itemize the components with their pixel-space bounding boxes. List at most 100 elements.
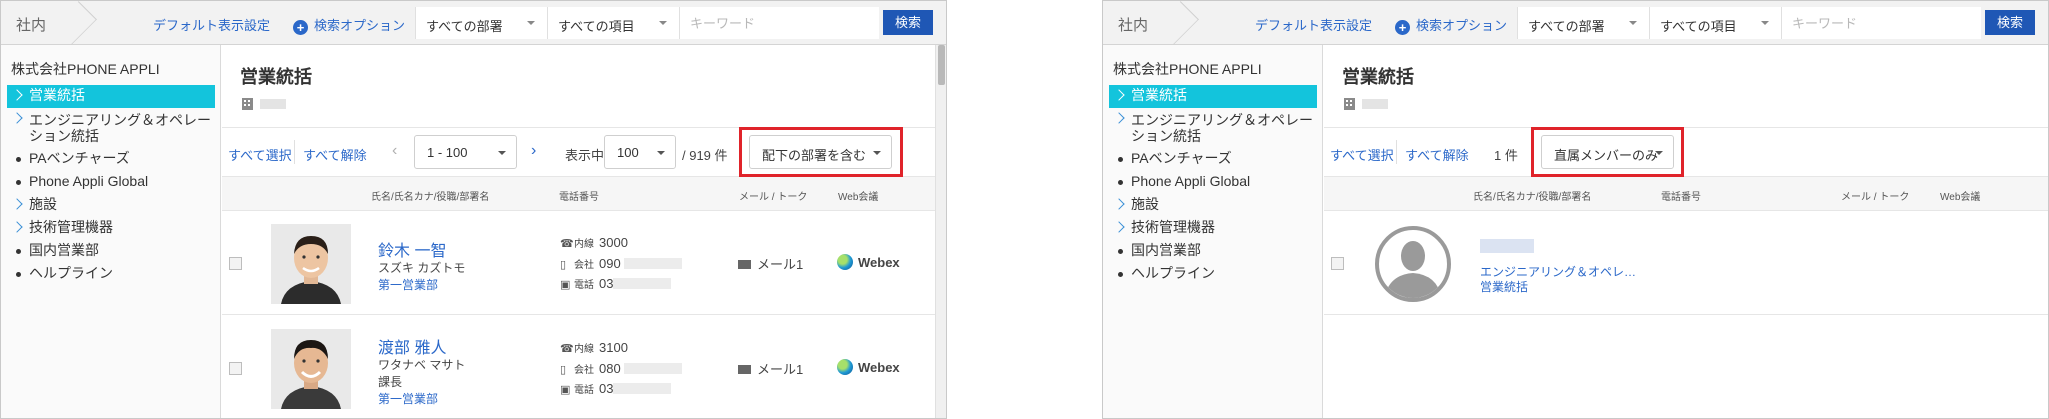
office-phone-number: 03: [599, 276, 614, 291]
deselect-all-link[interactable]: すべて解除: [303, 145, 367, 164]
divider: [294, 140, 295, 164]
prev-page-icon[interactable]: ‹: [392, 142, 397, 160]
person-name-link[interactable]: 鈴木 一智: [378, 237, 446, 261]
table-row[interactable]: 渡部 雅人 ワタナベ マサト 課長 第一営業部 ☎内線 3100 ▯ 会社 080 ▣…: [222, 316, 946, 418]
org-name[interactable]: 株式会社PHONE APPLI: [11, 59, 160, 79]
webex-link[interactable]: Webex: [837, 254, 900, 270]
department-select[interactable]: すべての部署: [415, 7, 547, 39]
row-checkbox[interactable]: [1331, 257, 1344, 270]
mail-label: メール1: [757, 257, 804, 272]
sidebar-item-label: PAベンチャーズ: [1131, 150, 1232, 166]
sidebar-item-domestic-sales[interactable]: 国内営業部: [7, 240, 215, 263]
keyword-input[interactable]: [1781, 7, 1981, 39]
org-name[interactable]: 株式会社PHONE APPLI: [1113, 59, 1262, 79]
sidebar-item-label: エンジニアリング＆オペレーション統括: [29, 112, 211, 144]
per-page-select[interactable]: 100: [604, 135, 676, 169]
select-all-link[interactable]: すべて選択: [1330, 145, 1394, 164]
person-photo: [271, 224, 351, 304]
sidebar-item-sales[interactable]: 営業統括: [1109, 85, 1317, 108]
column-mail: メール / トーク: [739, 192, 808, 203]
company-phone-line[interactable]: ▯ 会社 080: [560, 361, 683, 376]
person-photo: [271, 329, 351, 409]
extension-label: 内線: [574, 344, 594, 355]
extension-number: 3000: [599, 235, 628, 250]
sidebar-item-label: 技術管理機器: [29, 219, 113, 235]
person-dept-link[interactable]: 営業統括: [1480, 278, 1528, 295]
office-phone-number: 03: [599, 381, 614, 396]
chevron-down-icon: [657, 151, 665, 155]
scrollbar-thumb[interactable]: [938, 45, 945, 85]
scope-select[interactable]: 直属メンバーのみ: [1541, 135, 1674, 169]
sidebar-item-sales[interactable]: 営業統括: [7, 85, 215, 108]
sidebar-item-global[interactable]: Phone Appli Global: [1109, 171, 1317, 194]
scope-select[interactable]: 配下の部署を含む: [749, 135, 892, 169]
sidebar-item-engineering[interactable]: エンジニアリング＆オペレーション統括: [7, 108, 215, 148]
bullet-icon: [1118, 157, 1123, 162]
deselect-all-link[interactable]: すべて解除: [1405, 145, 1469, 164]
chevron-down-icon: [873, 151, 881, 155]
search-button[interactable]: 検索: [1985, 10, 2036, 35]
sidebar-item-engineering[interactable]: エンジニアリング＆オペレーション統括: [1109, 108, 1317, 148]
office-phone-line[interactable]: ▣ 電話 03: [560, 381, 672, 396]
sidebar-item-global[interactable]: Phone Appli Global: [7, 171, 215, 194]
sidebar-item-pa-ventures[interactable]: PAベンチャーズ: [1109, 148, 1317, 171]
next-page-icon[interactable]: ›: [531, 142, 536, 160]
right-screenshot-panel: 社内 デフォルト表示設定 + 検索オプション すべての部署 すべての項目 検索 株…: [1102, 0, 2049, 419]
extension-line[interactable]: ☎内線 3100: [560, 340, 628, 355]
keyword-input[interactable]: [679, 7, 879, 39]
field-select[interactable]: すべての項目: [547, 7, 679, 39]
vertical-scrollbar[interactable]: [935, 45, 946, 418]
office-phone-line[interactable]: ▣ 電話 03: [560, 276, 672, 291]
sidebar-item-label: エンジニアリング＆オペレーション統括: [1131, 112, 1313, 144]
company-phone-line[interactable]: ▯ 会社 090: [560, 256, 683, 271]
sidebar-item-label: 施設: [29, 196, 57, 212]
webex-label: Webex: [858, 360, 900, 375]
chevron-down-icon: [659, 21, 667, 25]
sidebar-item-helpline[interactable]: ヘルプライン: [1109, 263, 1317, 286]
table-row[interactable]: 鈴木 一智 スズキ カズトモ 第一営業部 ☎内線 3000 ▯ 会社 090 ▣ 電話 0…: [222, 211, 946, 315]
department-select[interactable]: すべての部署: [1517, 7, 1649, 39]
person-dept-link[interactable]: 第一営業部: [378, 276, 438, 293]
sidebar-item-equipment[interactable]: 技術管理機器: [1109, 217, 1317, 240]
chevron-right-icon: [1113, 112, 1125, 124]
sidebar-item-helpline[interactable]: ヘルプライン: [7, 263, 215, 286]
breadcrumb[interactable]: 社内: [1103, 1, 1199, 45]
default-view-link[interactable]: デフォルト表示設定: [153, 15, 270, 34]
sidebar-item-facilities[interactable]: 施設: [1109, 194, 1317, 217]
breadcrumb-label: 社内: [1118, 17, 1149, 34]
select-all-link[interactable]: すべて選択: [228, 145, 292, 164]
office-phone-label: 電話: [574, 385, 594, 396]
redacted-number: [624, 363, 683, 374]
sidebar-item-pa-ventures[interactable]: PAベンチャーズ: [7, 148, 215, 171]
row-checkbox[interactable]: [229, 362, 242, 375]
chevron-down-icon: [1761, 21, 1769, 25]
department-select-value: すべての部署: [1528, 19, 1605, 34]
bullet-icon: [16, 157, 21, 162]
search-options-link[interactable]: + 検索オプション: [1395, 15, 1507, 35]
person-name-link[interactable]: 渡部 雅人: [378, 334, 446, 358]
person-kana: スズキ カズトモ: [378, 261, 466, 275]
breadcrumb[interactable]: 社内: [1, 1, 97, 45]
mail-link[interactable]: メール1: [738, 359, 803, 378]
webex-icon: [837, 359, 853, 375]
search-button[interactable]: 検索: [883, 10, 934, 35]
mail-link[interactable]: メール1: [738, 254, 803, 273]
person-kana: ワタナベ マサト: [378, 358, 466, 372]
phone-icon: ☎: [560, 238, 574, 250]
field-select[interactable]: すべての項目: [1649, 7, 1781, 39]
sidebar-item-label: 国内営業部: [29, 242, 99, 258]
sidebar-item-facilities[interactable]: 施設: [7, 194, 215, 217]
default-view-link[interactable]: デフォルト表示設定: [1255, 15, 1372, 34]
table-row[interactable]: エンジニアリング＆オペレ… 営業統括: [1324, 211, 2048, 315]
department-select-value: すべての部署: [426, 19, 503, 34]
phone-icon: ☎: [560, 343, 574, 355]
extension-line[interactable]: ☎内線 3000: [560, 235, 628, 250]
webex-link[interactable]: Webex: [837, 359, 900, 375]
bullet-icon: [1118, 249, 1123, 254]
person-dept-link[interactable]: 第一営業部: [378, 390, 438, 407]
sidebar-item-domestic-sales[interactable]: 国内営業部: [1109, 240, 1317, 263]
row-checkbox[interactable]: [229, 257, 242, 270]
sidebar-item-equipment[interactable]: 技術管理機器: [7, 217, 215, 240]
page-range-select[interactable]: 1 - 100: [414, 135, 517, 169]
search-options-link[interactable]: + 検索オプション: [293, 15, 405, 35]
